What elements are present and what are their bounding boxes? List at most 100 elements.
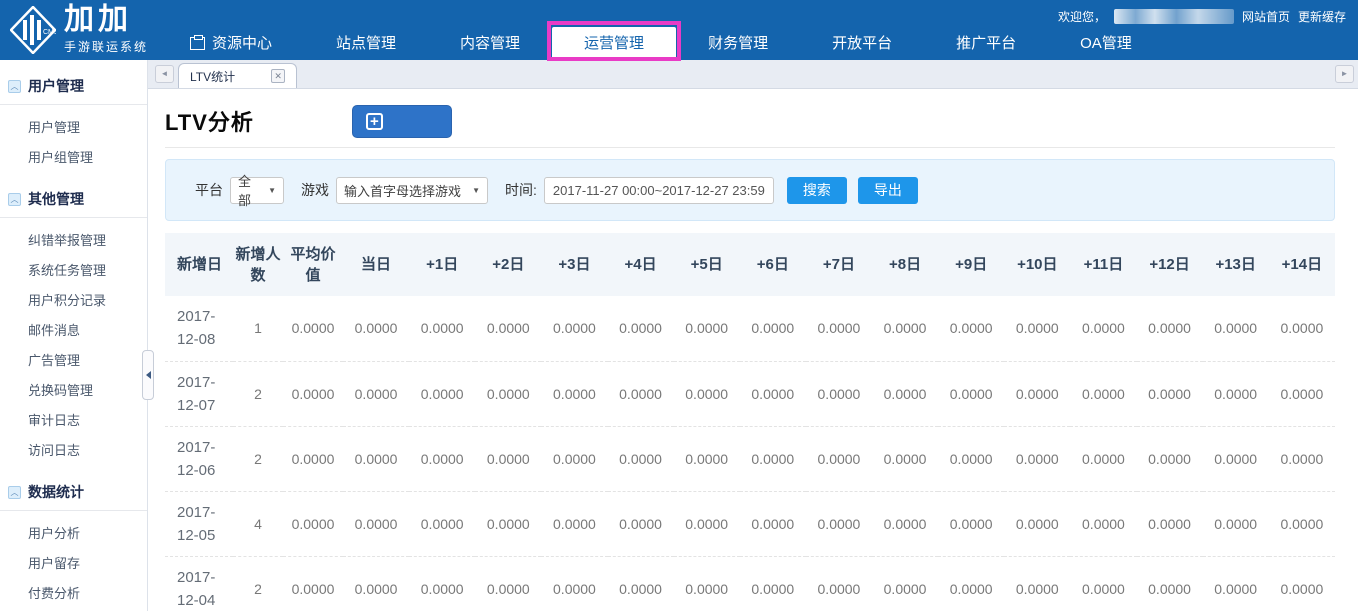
- value-cell: 0.0000: [608, 491, 674, 556]
- sidebar-item[interactable]: 付费分析: [0, 578, 147, 607]
- column-header: +13日: [1203, 233, 1269, 296]
- value-cell: 0.0000: [1004, 556, 1070, 611]
- value-cell: 0.0000: [938, 296, 1004, 361]
- nav-item[interactable]: OA管理: [1048, 27, 1164, 60]
- nav-item[interactable]: 资源中心: [158, 27, 304, 60]
- column-header: 新增日: [165, 233, 233, 296]
- value-cell: 0.0000: [1269, 491, 1335, 556]
- sidebar-section-header[interactable]: ︿其他管理: [0, 183, 147, 218]
- logo-title: 加加: [64, 5, 148, 35]
- chevron-down-icon: ▼: [268, 186, 276, 195]
- sidebar-item[interactable]: 访问日志: [0, 435, 147, 464]
- nav-item-label: 财务管理: [708, 27, 768, 60]
- nav-item[interactable]: 站点管理: [304, 27, 428, 60]
- value-cell: 0.0000: [1137, 491, 1203, 556]
- sidebar-item[interactable]: 用户分析: [0, 518, 147, 547]
- value-cell: 0.0000: [1203, 296, 1269, 361]
- refresh-cache-link[interactable]: 更新缓存: [1298, 8, 1346, 25]
- platform-label: 平台: [195, 180, 223, 200]
- logo-diamond-icon: CMS: [10, 6, 56, 54]
- nav-item-label: 内容管理: [460, 27, 520, 60]
- tab-close-icon[interactable]: ✕: [271, 69, 285, 83]
- value-cell: 0.0000: [409, 296, 475, 361]
- home-link[interactable]: 网站首页: [1242, 8, 1290, 25]
- value-cell: 0.0000: [409, 426, 475, 491]
- sidebar-item[interactable]: 系统任务管理: [0, 255, 147, 284]
- value-cell: 0.0000: [343, 426, 409, 491]
- nav-item[interactable]: 开放平台: [800, 27, 924, 60]
- sidebar-collapse-handle[interactable]: [142, 350, 154, 400]
- game-label: 游戏: [301, 180, 329, 200]
- main-nav-menu: 资源中心站点管理内容管理运营管理财务管理开放平台推广平台 OA管理: [158, 27, 1164, 60]
- value-cell: 0.0000: [1004, 491, 1070, 556]
- sidebar-item[interactable]: 兑换码管理: [0, 375, 147, 404]
- export-button[interactable]: 导出: [858, 177, 918, 204]
- value-cell: 0.0000: [1269, 361, 1335, 426]
- table-header-row: 新增日新增人数平均价值当日+1日+2日+3日+4日+5日+6日+7日+8日+9日…: [165, 233, 1335, 296]
- nav-item-label: OA管理: [1080, 27, 1132, 60]
- sidebar-section: ︿数据统计用户分析用户留存付费分析下载统计LTV统计: [0, 476, 147, 611]
- value-cell: 0.0000: [343, 491, 409, 556]
- value-cell: 0.0000: [475, 296, 541, 361]
- value-cell: 0.0000: [740, 556, 806, 611]
- column-header: +9日: [938, 233, 1004, 296]
- tab-ltv-statistics[interactable]: LTV统计 ✕: [178, 63, 297, 88]
- search-button[interactable]: 搜索: [787, 177, 847, 204]
- platform-select[interactable]: 全部 ▼: [230, 177, 284, 204]
- value-cell: 0.0000: [740, 361, 806, 426]
- sidebar-section-header[interactable]: ︿用户管理: [0, 70, 147, 105]
- sidebar-item[interactable]: 审计日志: [0, 405, 147, 434]
- new-users-cell: 2: [233, 426, 283, 491]
- column-header: +7日: [806, 233, 872, 296]
- value-cell: 0.0000: [541, 426, 607, 491]
- nav-item[interactable]: 财务管理: [676, 27, 800, 60]
- sidebar-item[interactable]: 纠错举报管理: [0, 225, 147, 254]
- time-range-input[interactable]: 2017-11-27 00:00~2017-12-27 23:59: [544, 177, 774, 204]
- table-row: 2017-12-0420.00000.00000.00000.00000.000…: [165, 556, 1335, 611]
- column-header: +4日: [608, 233, 674, 296]
- table-row: 2017-12-0540.00000.00000.00000.00000.000…: [165, 491, 1335, 556]
- value-cell: 0.0000: [475, 556, 541, 611]
- column-header: +14日: [1269, 233, 1335, 296]
- username-redacted: [1114, 9, 1234, 24]
- value-cell: 0.0000: [1070, 491, 1136, 556]
- nav-item[interactable]: 运营管理: [552, 27, 676, 60]
- tab-scroll-left-icon[interactable]: ◄: [155, 65, 174, 83]
- nav-item[interactable]: 内容管理: [428, 27, 552, 60]
- sidebar-item[interactable]: 用户留存: [0, 548, 147, 577]
- add-button[interactable]: +: [352, 105, 452, 138]
- value-cell: 0.0000: [1070, 296, 1136, 361]
- sidebar-item[interactable]: 用户管理: [0, 112, 147, 141]
- tab-scroll-right-icon[interactable]: ►: [1335, 65, 1354, 83]
- sidebar-item[interactable]: 用户组管理: [0, 142, 147, 171]
- value-cell: 0.0000: [1070, 361, 1136, 426]
- logo-cms-text: CMS: [43, 29, 56, 36]
- value-cell: 0.0000: [674, 556, 740, 611]
- top-navbar: CMS 加加 手游联运系统 欢迎您， 网站首页 更新缓存 资源中心站点管理内容管…: [0, 0, 1358, 60]
- sidebar-item[interactable]: 邮件消息: [0, 315, 147, 344]
- nav-item[interactable]: 推广平台: [924, 27, 1048, 60]
- value-cell: 0.0000: [1004, 361, 1070, 426]
- nav-item-label: 资源中心: [212, 27, 272, 60]
- welcome-text: 欢迎您，: [1058, 8, 1106, 25]
- value-cell: 0.0000: [740, 491, 806, 556]
- logo-subtitle: 手游联运系统: [64, 38, 148, 55]
- sidebar-item[interactable]: 用户积分记录: [0, 285, 147, 314]
- game-select[interactable]: 输入首字母选择游戏 ▼: [336, 177, 488, 204]
- column-header: +10日: [1004, 233, 1070, 296]
- sidebar-section-header[interactable]: ︿数据统计: [0, 476, 147, 511]
- column-header: +11日: [1070, 233, 1136, 296]
- value-cell: 0.0000: [674, 361, 740, 426]
- title-divider: [165, 147, 1335, 148]
- page-title: LTV分析: [165, 105, 254, 137]
- welcome-bar: 欢迎您， 网站首页 更新缓存: [1058, 8, 1346, 25]
- sidebar-item[interactable]: 广告管理: [0, 345, 147, 374]
- value-cell: 0.0000: [541, 491, 607, 556]
- sidebar-section: ︿用户管理用户管理用户组管理: [0, 70, 147, 171]
- value-cell: 0.0000: [1070, 556, 1136, 611]
- value-cell: 0.0000: [409, 491, 475, 556]
- value-cell: 0.0000: [1137, 361, 1203, 426]
- value-cell: 0.0000: [806, 491, 872, 556]
- column-header: 当日: [343, 233, 409, 296]
- value-cell: 0.0000: [1203, 426, 1269, 491]
